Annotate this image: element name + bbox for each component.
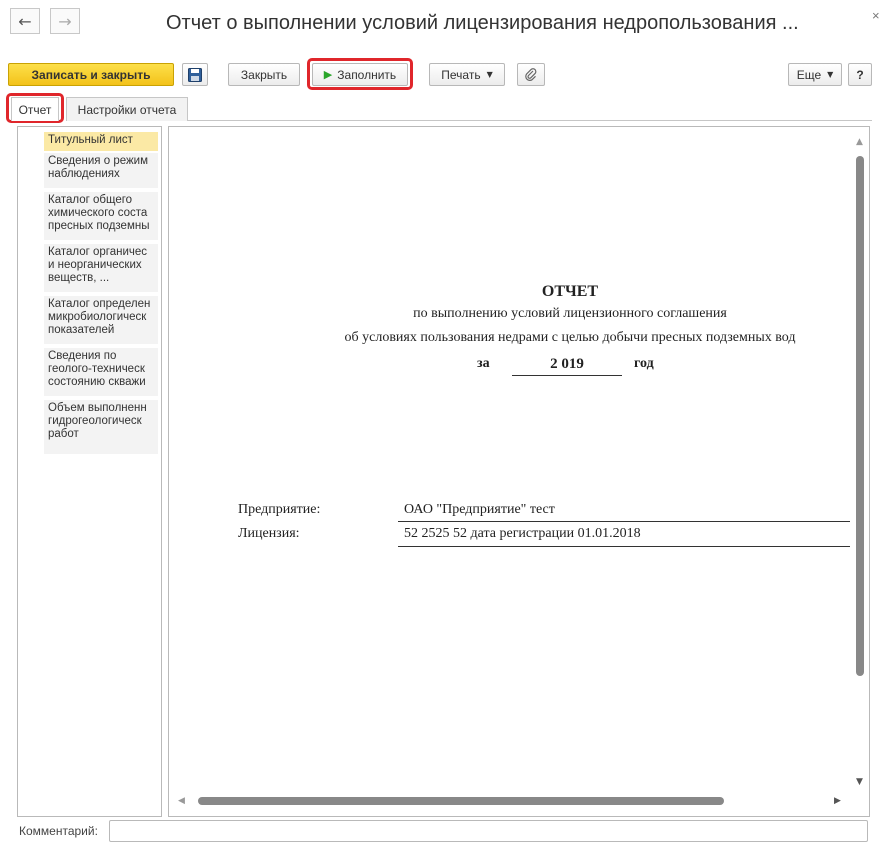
tab-report[interactable]: Отчет — [11, 97, 59, 121]
section-hydrogeological-works[interactable]: Объем выполненн гидрогеологическ работ — [44, 400, 158, 454]
section-observation-modes[interactable]: Сведения о режим наблюдениях — [44, 153, 158, 188]
report-subtitle-line1: по выполнению условий лицензионного согл… — [413, 306, 727, 321]
tab-report-settings[interactable]: Настройки отчета — [66, 97, 188, 121]
license-label: Лицензия: — [238, 526, 300, 541]
attach-button[interactable] — [517, 63, 545, 86]
enterprise-underline — [398, 521, 850, 522]
print-dropdown-button[interactable]: Печать ▼ — [429, 63, 505, 86]
save-button[interactable] — [182, 63, 208, 86]
tab-strip-divider — [188, 120, 872, 121]
print-button-label: Печать — [441, 67, 481, 82]
chevron-down-icon: ▼ — [827, 70, 834, 79]
horizontal-scrollbar-thumb[interactable] — [198, 797, 724, 805]
close-button[interactable]: Закрыть — [228, 63, 300, 86]
year-prefix: за — [477, 356, 490, 371]
year-underline — [512, 375, 622, 376]
section-microbiology-catalog[interactable]: Каталог определен микробиологическ показ… — [44, 296, 158, 344]
scroll-right-icon[interactable]: ▶ — [834, 796, 841, 806]
section-title-page[interactable]: Титульный лист — [44, 132, 158, 151]
section-substances-catalog[interactable]: Каталог органичес и неорганических вещес… — [44, 244, 158, 292]
arrow-right-icon: → — [58, 11, 72, 31]
enterprise-label: Предприятие: — [238, 502, 321, 517]
comment-input[interactable] — [109, 820, 868, 842]
more-dropdown-button[interactable]: Еще ▼ — [788, 63, 842, 86]
help-button[interactable]: ? — [848, 63, 872, 86]
fill-button-label: Заполнить — [337, 67, 397, 82]
back-button[interactable]: ← — [10, 8, 40, 34]
save-and-close-button[interactable]: Записать и закрыть — [8, 63, 174, 86]
window-title: Отчет о выполнении условий лицензировани… — [166, 12, 799, 34]
scroll-up-icon[interactable]: ▲ — [856, 137, 863, 147]
forward-button[interactable]: → — [50, 8, 80, 34]
year-suffix: год — [634, 356, 654, 371]
fill-button[interactable]: ▶ Заполнить — [312, 63, 408, 86]
report-heading: ОТЧЕТ — [541, 283, 599, 300]
play-icon: ▶ — [323, 68, 333, 81]
comment-label: Комментарий: — [19, 824, 98, 838]
section-well-condition[interactable]: Сведения по геолого-техническ состоянию … — [44, 348, 158, 396]
arrow-left-icon: ← — [18, 11, 32, 31]
report-year: 2 019 — [550, 356, 584, 372]
license-value: 52 2525 52 дата регистрации 01.01.2018 — [404, 526, 641, 541]
chevron-down-icon: ▼ — [486, 70, 493, 79]
floppy-disk-icon — [188, 67, 202, 82]
vertical-scrollbar-thumb[interactable] — [856, 156, 864, 676]
section-chemical-catalog[interactable]: Каталог общего химического соста пресных… — [44, 192, 158, 240]
paperclip-icon — [525, 67, 537, 81]
scroll-down-icon[interactable]: ▼ — [856, 777, 863, 787]
scroll-left-icon[interactable]: ◀ — [178, 796, 185, 806]
report-document-panel[interactable] — [168, 126, 870, 817]
license-underline — [398, 546, 850, 547]
more-button-label: Еще — [796, 67, 822, 82]
enterprise-value: ОАО "Предприятие" тест — [404, 502, 555, 517]
close-window-icon[interactable]: × — [872, 8, 880, 23]
report-subtitle-line2: об условиях пользования недрами с целью … — [344, 330, 796, 345]
